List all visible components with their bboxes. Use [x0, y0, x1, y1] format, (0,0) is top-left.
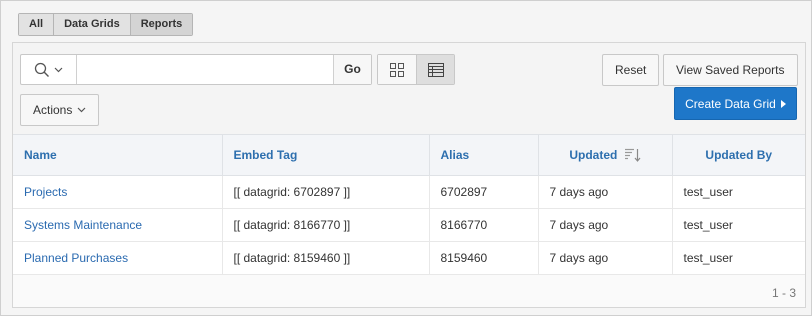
report-region: Go Reset View Saved Reports Actions Crea…	[12, 42, 806, 308]
cell-updated-by: test_user	[672, 241, 805, 275]
go-button[interactable]: Go	[333, 55, 371, 84]
app-window: All Data Grids Reports Go Reset View Sav…	[0, 0, 812, 316]
actions-menu-button[interactable]: Actions	[20, 94, 100, 126]
view-switcher	[377, 54, 455, 85]
row-name-link[interactable]: Systems Maintenance	[24, 218, 142, 232]
cell-embed-tag: [[ datagrid: 6702897 ]]	[222, 175, 430, 209]
column-header-alias[interactable]: Alias	[429, 134, 539, 176]
cell-name: Projects	[13, 175, 223, 209]
row-name-link[interactable]: Planned Purchases	[24, 251, 128, 265]
cell-name: Planned Purchases	[13, 241, 223, 275]
search-bar: Go	[20, 54, 372, 85]
data-grid-table: Name Embed Tag Alias Updated Updated By …	[13, 134, 805, 275]
create-data-grid-button[interactable]: Create Data Grid	[674, 87, 797, 120]
cell-updated: 7 days ago	[538, 175, 673, 209]
table-row: Projects [[ datagrid: 6702897 ]] 6702897…	[13, 175, 805, 209]
report-view-button[interactable]	[416, 55, 454, 84]
grid-view-icon	[390, 62, 404, 77]
cell-updated: 7 days ago	[538, 208, 673, 242]
chevron-down-icon	[77, 107, 86, 113]
caret-right-icon	[780, 99, 786, 108]
cell-alias: 8159460	[429, 241, 539, 275]
filter-all-button[interactable]: All	[19, 14, 55, 35]
table-header-row: Name Embed Tag Alias Updated Updated By	[13, 134, 805, 176]
report-toolbar: Go Reset View Saved Reports Actions Crea…	[13, 43, 805, 134]
cell-alias: 6702897	[429, 175, 539, 209]
cell-updated-by: test_user	[672, 208, 805, 242]
type-filter-bar: All Data Grids Reports	[18, 13, 194, 36]
cell-name: Systems Maintenance	[13, 208, 223, 242]
cell-embed-tag: [[ datagrid: 8159460 ]]	[222, 241, 430, 275]
row-name-link[interactable]: Projects	[24, 185, 67, 199]
report-footer: 1 - 3	[13, 275, 805, 307]
cell-updated: 7 days ago	[538, 241, 673, 275]
reset-button[interactable]: Reset	[602, 54, 660, 86]
search-column-selector[interactable]	[21, 55, 77, 84]
create-data-grid-label: Create Data Grid	[685, 96, 776, 111]
cell-embed-tag: [[ datagrid: 8166770 ]]	[222, 208, 430, 242]
search-icon	[34, 62, 49, 77]
report-view-icon	[427, 62, 444, 77]
filter-reports-button[interactable]: Reports	[130, 14, 193, 35]
cell-updated-by: test_user	[672, 175, 805, 209]
pagination-range: 1 - 3	[771, 286, 796, 300]
cell-alias: 8166770	[429, 208, 539, 242]
column-header-name[interactable]: Name	[13, 134, 223, 176]
grid-view-button[interactable]	[378, 55, 416, 84]
view-saved-reports-button[interactable]: View Saved Reports	[663, 54, 798, 86]
column-header-updated-by[interactable]: Updated By	[672, 134, 805, 176]
table-row: Systems Maintenance [[ datagrid: 8166770…	[13, 208, 805, 242]
column-header-updated[interactable]: Updated	[538, 134, 673, 176]
filter-data-grids-button[interactable]: Data Grids	[54, 14, 131, 35]
actions-label: Actions	[33, 103, 73, 117]
chevron-down-icon	[54, 67, 63, 72]
table-row: Planned Purchases [[ datagrid: 8159460 ]…	[13, 241, 805, 275]
column-header-embed-tag[interactable]: Embed Tag	[222, 134, 430, 176]
sort-descending-icon	[624, 149, 641, 163]
search-input[interactable]	[77, 55, 333, 84]
